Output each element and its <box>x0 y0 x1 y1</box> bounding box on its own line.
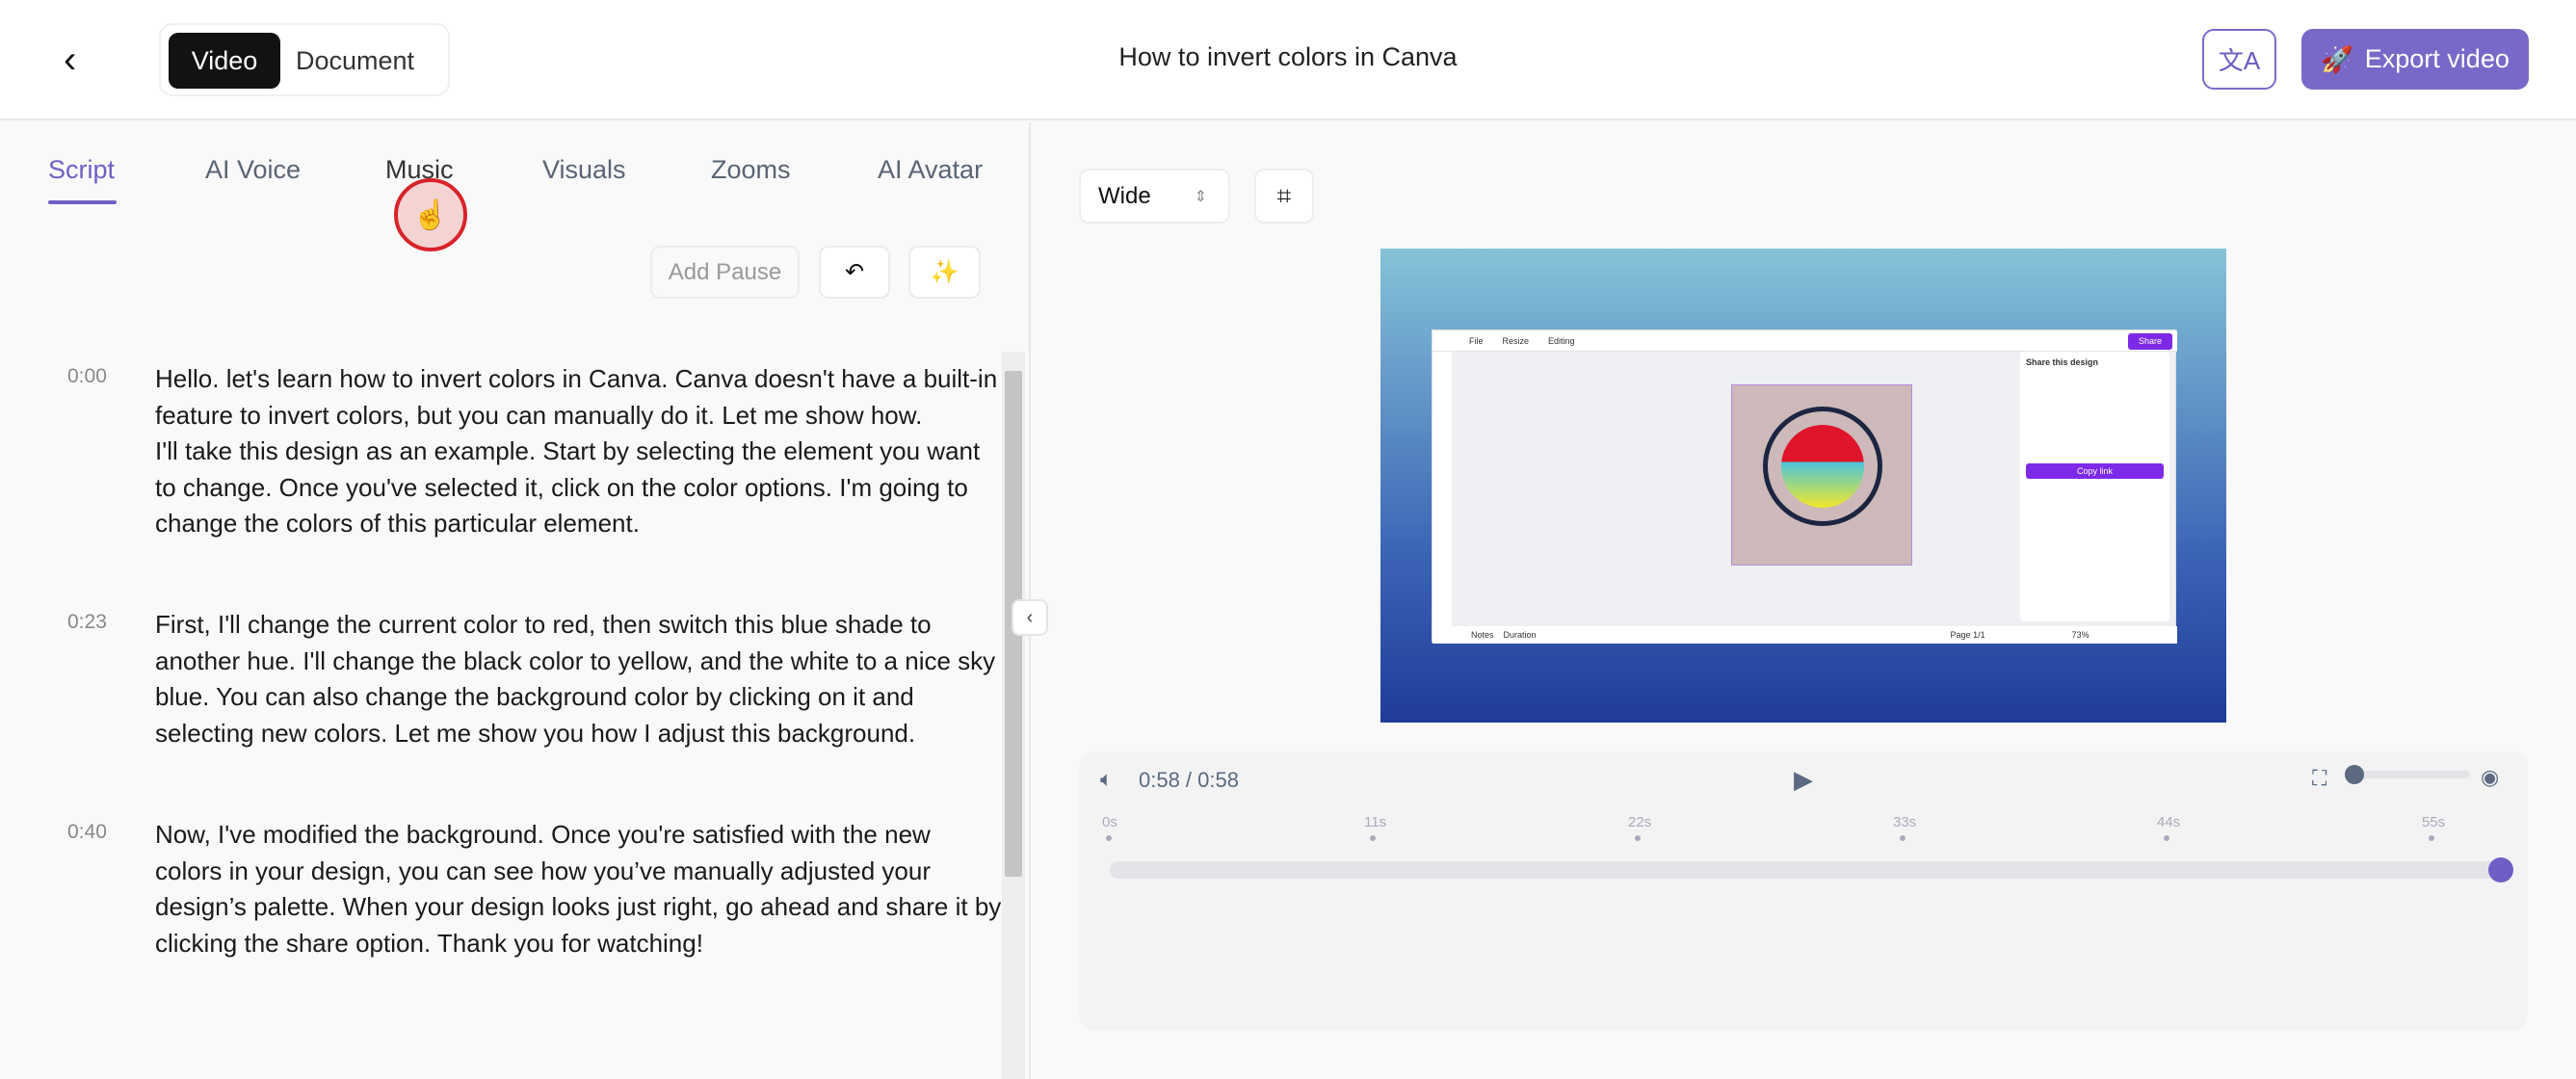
crop-button[interactable]: ⌗ <box>1254 169 1314 224</box>
aspect-select[interactable]: Wide ⇕ <box>1079 169 1230 224</box>
rocket-icon: 🚀 <box>2321 44 2353 74</box>
logo-wave <box>1781 425 1864 508</box>
canva-design <box>1731 384 1912 566</box>
play-icon: ▶ <box>1794 765 1813 794</box>
canva-share-button: Share <box>2128 333 2172 350</box>
canva-menu-resize: Resize <box>1502 335 1530 346</box>
playhead-knob[interactable] <box>2488 857 2513 882</box>
magic-wand-icon: ✨ <box>930 259 959 285</box>
tick-dot <box>1900 835 1906 841</box>
time-display: 0:58 / 0:58 <box>1139 768 1239 792</box>
click-cursor-indicator: ☝ <box>394 178 467 251</box>
canva-screenshot: File Resize Editing Share Share this des… <box>1432 329 2177 644</box>
canva-menu-file: File <box>1469 335 1484 346</box>
chevron-left-icon: ‹ <box>1026 606 1034 628</box>
canva-copy-link: Copy link <box>2026 463 2164 479</box>
tab-visuals[interactable]: Visuals <box>542 155 626 185</box>
video-player: 🔈︎ 0:58 / 0:58 ▶ ⛶ ◉ 0s 11s 22s 33s 44s … <box>1079 751 2528 1031</box>
active-tab-indicator <box>48 200 117 204</box>
zoom-slider[interactable] <box>2345 765 2470 784</box>
timestamp: 0:23 <box>67 611 107 633</box>
canva-toolbar: File Resize Editing <box>1433 330 2177 352</box>
ocean-surfing-logo <box>1763 407 1882 526</box>
tab-ai-voice[interactable]: AI Voice <box>205 155 301 185</box>
tick-dot <box>1635 835 1641 841</box>
magic-wand-button[interactable]: ✨ <box>908 246 981 299</box>
aspect-value: Wide <box>1098 182 1151 209</box>
script-text[interactable]: First, I'll change the current color to … <box>155 607 1003 751</box>
timeline-tick: 22s <box>1628 814 1652 830</box>
script-panel: Script AI Voice Music Visuals Zooms AI A… <box>0 122 1048 1079</box>
translate-icon: 文A <box>2218 46 2261 75</box>
scrollbar[interactable] <box>1002 352 1025 1079</box>
tick-dot <box>1106 835 1112 841</box>
tab-ai-avatar[interactable]: AI Avatar <box>878 155 983 185</box>
timestamp: 0:00 <box>67 365 107 387</box>
video-preview: File Resize Editing Share Share this des… <box>1380 249 2226 723</box>
crop-icon: ⌗ <box>1276 180 1292 210</box>
collapse-panel-button[interactable]: ‹ <box>1012 599 1048 636</box>
timeline-tick: 0s <box>1102 814 1117 830</box>
tick-dot <box>2164 835 2169 841</box>
undo-icon: ↶ <box>844 259 865 285</box>
timeline-tick: 44s <box>2157 814 2181 830</box>
script-text[interactable]: Hello. let's learn how to invert colors … <box>155 361 1003 542</box>
timeline-tick: 11s <box>1364 814 1387 830</box>
eye-icon[interactable]: ◉ <box>2481 765 2499 790</box>
tick-dot <box>2429 835 2434 841</box>
share-panel-title: Share this design <box>2026 357 2099 367</box>
play-button[interactable]: ▶ <box>1794 765 1813 795</box>
hand-pointer-icon: ☝ <box>412 198 449 231</box>
top-bar: ‹ Video Document How to invert colors in… <box>0 0 2576 120</box>
zoom-slider-knob[interactable] <box>2345 765 2364 784</box>
canva-sidebar <box>1433 352 1452 626</box>
export-label: Export video <box>2364 44 2510 73</box>
canva-duration: Duration <box>1503 630 1537 640</box>
timeline-scrubber[interactable] <box>1110 861 2497 879</box>
undo-button[interactable]: ↶ <box>819 246 890 299</box>
canva-footer: Notes Duration Page 1/1 73% <box>1433 626 2177 644</box>
chevron-updown-icon: ⇕ <box>1194 188 1207 205</box>
canva-share-panel: Share this design Copy link <box>2020 352 2169 621</box>
tab-script[interactable]: Script <box>48 155 115 185</box>
timestamp: 0:40 <box>67 821 107 843</box>
timeline-tick: 55s <box>2422 814 2446 830</box>
page-title: How to invert colors in Canva <box>1118 42 1458 71</box>
tab-zooms[interactable]: Zooms <box>711 155 791 185</box>
canva-zoom: 73% <box>2071 630 2090 640</box>
export-video-button[interactable]: 🚀 Export video <box>2301 29 2529 90</box>
canva-page: Page 1/1 <box>1950 630 1985 640</box>
canva-menu-editing: Editing <box>1548 335 1575 346</box>
canva-notes: Notes <box>1471 630 1494 640</box>
tick-dot <box>1370 835 1376 841</box>
fullscreen-icon[interactable]: ⛶ <box>2312 766 2326 791</box>
translate-button[interactable]: 文A <box>2202 29 2276 90</box>
add-pause-button[interactable]: Add Pause <box>650 246 800 299</box>
timeline-tick: 33s <box>1893 814 1917 830</box>
script-text[interactable]: Now, I've modified the background. Once … <box>155 817 1003 961</box>
volume-icon[interactable]: 🔈︎ <box>1100 767 1113 792</box>
